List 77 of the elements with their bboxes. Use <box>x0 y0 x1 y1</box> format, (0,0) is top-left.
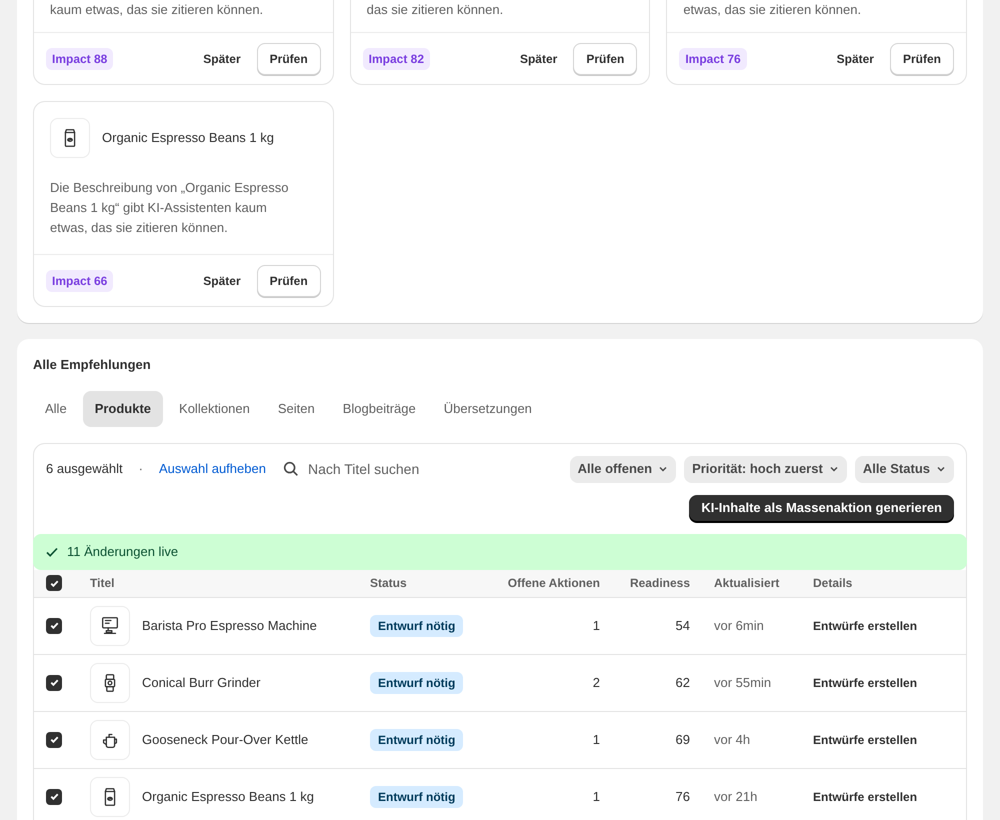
filter-dropdown[interactable]: Alle offenen <box>570 456 676 482</box>
search-field[interactable]: Nach Titel suchen <box>308 458 468 480</box>
status-badge: Entwurf nötig <box>370 786 464 808</box>
table-cell-text: 69 <box>674 730 691 749</box>
check-icon <box>48 734 60 745</box>
table-cell-text: 2 <box>592 674 601 692</box>
clear-selection-link[interactable]: Auswahl aufheben <box>158 459 266 479</box>
card-description: kaum etwas, das sie zitieren können. <box>49 1 264 19</box>
tab[interactable]: Blogbeiträge <box>330 390 428 426</box>
table-cell-text: 1 <box>592 788 601 806</box>
checkbox[interactable] <box>46 732 62 748</box>
status-badge: Entwurf nötig <box>370 614 464 637</box>
bulk-generate-button[interactable]: KI-Inhalte als Massenaktion generieren <box>689 494 954 522</box>
card-description: das sie zitieren können. <box>366 1 504 19</box>
impact-badge: Impact 66 <box>46 270 114 292</box>
create-drafts-button[interactable]: Entwürfe erstellen <box>801 726 930 752</box>
later-button[interactable]: Später <box>508 44 570 74</box>
table-cell-text: vor 6min <box>713 616 765 635</box>
chevron-down-icon <box>828 464 839 474</box>
table-cell-text: 62 <box>674 674 691 692</box>
espresso-machine-icon <box>99 614 121 636</box>
column-header: Titel <box>89 575 116 592</box>
review-button[interactable]: Prüfen <box>890 42 954 74</box>
tab[interactable]: Alle <box>33 390 79 426</box>
banner-text: 11 Änderungen live <box>67 542 178 561</box>
review-button[interactable]: Prüfen <box>573 42 638 74</box>
review-button[interactable]: Prüfen <box>256 264 321 296</box>
filter-dropdown[interactable]: Priorität: hoch zuerst <box>684 456 847 482</box>
card-description: Die Beschreibung von „Organic Espresso Beans 1 kg“ gibt KI-Assistenten kaum etwas, das sie zitieren können. <box>49 179 290 237</box>
product-title: Conical Burr Grinder <box>142 674 260 692</box>
status-badge: Entwurf nötig <box>370 728 464 751</box>
checkbox[interactable] <box>46 618 62 634</box>
later-button[interactable]: Später <box>191 266 253 296</box>
selection-count: 6 ausgewählt <box>46 460 123 478</box>
card-description: etwas, das sie zitieren können. <box>682 1 862 19</box>
create-drafts-button[interactable]: Entwürfe erstellen <box>801 784 930 810</box>
product-title: Barista Pro Espresso Machine <box>142 616 317 635</box>
tab[interactable]: Kollektionen <box>167 390 262 426</box>
impact-badge: Impact 82 <box>362 48 430 70</box>
column-header: Status <box>370 575 408 592</box>
table-cell-text: vor 55min <box>713 674 772 692</box>
product-title: Gooseneck Pour-Over Kettle <box>142 730 308 749</box>
section-title: Alle Empfehlungen <box>33 356 152 374</box>
check-icon <box>48 677 60 688</box>
chevron-down-icon <box>936 464 946 474</box>
table-cell-text: vor 4h <box>713 730 752 749</box>
check-icon <box>48 620 60 631</box>
table-cell-text: 54 <box>674 616 691 635</box>
card-title: Organic Espresso Beans 1 kg <box>102 129 274 148</box>
checkbox[interactable] <box>46 788 62 804</box>
table-cell-text: 1 <box>592 730 601 749</box>
tab[interactable]: Seiten <box>266 390 327 426</box>
create-drafts-button[interactable]: Entwürfe erstellen <box>801 670 930 696</box>
checkbox[interactable] <box>46 674 62 690</box>
impact-badge: Impact 88 <box>46 48 114 70</box>
table-cell-text: 76 <box>674 788 691 806</box>
later-button[interactable]: Später <box>824 44 886 74</box>
review-button[interactable]: Prüfen <box>256 42 321 74</box>
status-badge: Entwurf nötig <box>370 672 464 694</box>
search-icon <box>282 460 300 478</box>
create-drafts-button[interactable]: Entwürfe erstellen <box>801 612 930 638</box>
product-title: Organic Espresso Beans 1 kg <box>142 788 314 806</box>
later-button[interactable]: Später <box>191 44 253 74</box>
table-cell-text: 1 <box>592 616 601 635</box>
checkbox[interactable] <box>46 575 62 591</box>
tab[interactable]: Produkte <box>82 390 164 426</box>
column-header: Details <box>812 575 854 592</box>
tab[interactable]: Übersetzungen <box>432 390 544 426</box>
impact-badge: Impact 76 <box>679 48 747 70</box>
column-header: Offene Aktionen <box>506 575 601 592</box>
chevron-down-icon <box>658 464 668 474</box>
check-icon <box>48 791 60 802</box>
column-header: Readiness <box>628 575 691 592</box>
column-header: Aktualisiert <box>713 575 780 592</box>
separator: · <box>138 460 143 478</box>
table-cell-text: vor 21h <box>713 788 758 806</box>
filter-dropdown[interactable]: Alle Status <box>854 456 954 482</box>
